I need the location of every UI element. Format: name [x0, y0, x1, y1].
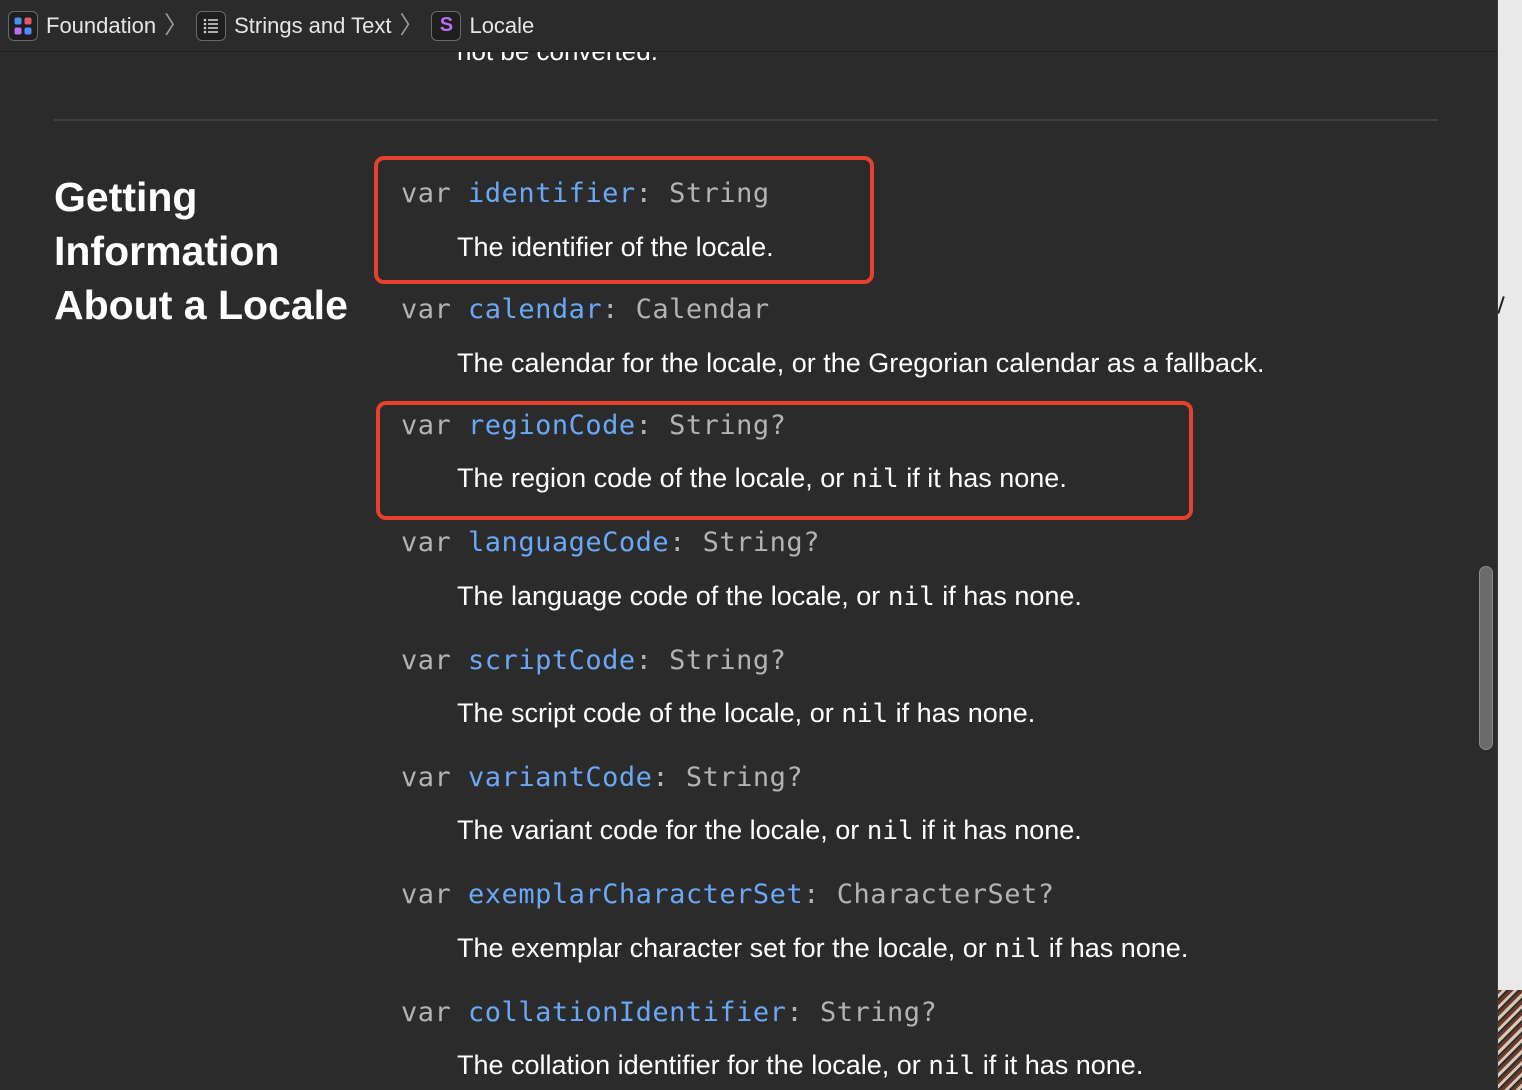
breadcrumb-item-strings-and-text[interactable]: Strings and Text — [196, 10, 391, 42]
keyword: var — [401, 762, 452, 793]
chevron-right-icon: 〉 — [164, 11, 189, 39]
colon: : — [669, 527, 686, 558]
breadcrumb-item-locale[interactable]: S Locale — [431, 10, 534, 42]
declaration-collation-identifier[interactable]: var collationIdentifier: String? — [401, 997, 937, 1028]
description-text: if has none. — [934, 581, 1082, 611]
type-name: String? — [819, 997, 938, 1028]
type-name: String? — [685, 762, 804, 793]
member-description: The exemplar character set for the local… — [457, 933, 1188, 964]
highlight-box-identifier — [374, 156, 874, 284]
declaration-calendar[interactable]: var calendar: Calendar — [401, 294, 770, 325]
background-window-edge — [1497, 0, 1522, 1090]
type-name: String — [669, 178, 770, 209]
description-text: The region code of the locale, or — [457, 463, 852, 493]
declaration-region-code[interactable]: var regionCode: String? — [401, 410, 786, 441]
type-name: CharacterSet? — [836, 879, 1055, 910]
colon: : — [652, 762, 670, 793]
struct-icon-glyph: S — [439, 14, 454, 36]
breadcrumb: Foundation 〉 Strings and Text 〉 S Locale — [0, 0, 1497, 52]
symbol-link[interactable]: scriptCode — [468, 645, 636, 676]
breadcrumb-label: Locale — [469, 12, 535, 38]
colon: : — [635, 178, 653, 209]
background-mark — [1498, 296, 1505, 314]
description-text: The variant code for the locale, or — [457, 815, 867, 845]
symbol-link[interactable]: variantCode — [468, 762, 652, 793]
colon: : — [635, 410, 653, 441]
inline-code: nil — [994, 934, 1042, 964]
declaration-exemplar-character-set[interactable]: var exemplarCharacterSet: CharacterSet? — [401, 879, 1055, 910]
description-text: if it has none. — [913, 815, 1082, 845]
inline-code: nil — [887, 582, 935, 612]
symbol-link[interactable]: collationIdentifier — [468, 997, 786, 1028]
breadcrumb-label: Foundation — [46, 12, 157, 38]
member-description: The identifier of the locale. — [457, 232, 774, 263]
description-text: The collation identifier for the locale,… — [457, 1050, 929, 1080]
symbol-link[interactable]: languageCode — [468, 527, 669, 558]
inline-code: nil — [928, 1051, 976, 1081]
breadcrumb-label: Strings and Text — [234, 12, 392, 38]
description-text: The exemplar character set for the local… — [457, 933, 995, 963]
framework-icon — [8, 10, 38, 41]
section-title: Getting Information About a Locale — [54, 174, 348, 328]
keyword: var — [401, 997, 452, 1028]
declaration-variant-code[interactable]: var variantCode: String? — [401, 762, 803, 793]
keyword: var — [401, 294, 452, 325]
vertical-scrollbar-thumb[interactable] — [1479, 566, 1493, 750]
keyword: var — [401, 879, 452, 910]
keyword: var — [401, 410, 452, 441]
documentation-content: Foundation 〉 Strings and Text 〉 S Locale… — [0, 0, 1497, 1090]
member-description: The language code of the locale, or nil … — [457, 581, 1082, 612]
symbol-link[interactable]: identifier — [468, 178, 636, 209]
type-name: Calendar — [635, 294, 770, 325]
symbol-link[interactable]: exemplarCharacterSet — [468, 879, 803, 910]
chevron-right-icon: 〉 — [399, 11, 424, 39]
symbol-link[interactable]: calendar — [468, 294, 602, 325]
inline-code: nil — [866, 816, 914, 846]
keyword: var — [401, 527, 452, 558]
symbol-link[interactable]: regionCode — [468, 410, 636, 441]
description-text: The language code of the locale, or — [457, 581, 888, 611]
declaration-language-code[interactable]: var languageCode: String? — [401, 527, 820, 558]
type-name: String? — [669, 645, 787, 676]
description-text: if has none. — [1041, 933, 1189, 963]
member-description: The region code of the locale, or nil if… — [457, 463, 1067, 494]
colon: : — [786, 997, 804, 1028]
documentation-window: Foundation 〉 Strings and Text 〉 S Locale… — [0, 0, 1522, 1090]
colon: : — [602, 294, 619, 325]
member-description: The variant code for the locale, or nil … — [457, 815, 1082, 846]
description-text: if it has none. — [975, 1050, 1144, 1080]
member-description: The collation identifier for the locale,… — [457, 1050, 1143, 1081]
keyword: var — [401, 645, 452, 676]
description-text: The calendar for the locale, or the Greg… — [457, 348, 1265, 378]
description-text: if has none. — [888, 698, 1036, 728]
type-name: String? — [702, 527, 820, 558]
declaration-identifier[interactable]: var identifier: String — [401, 178, 770, 209]
inline-code: nil — [851, 464, 899, 494]
description-text: if it has none. — [898, 463, 1067, 493]
struct-icon: S — [431, 10, 462, 41]
section-divider — [54, 119, 1438, 121]
declaration-script-code[interactable]: var scriptCode: String? — [401, 645, 786, 676]
inline-code: nil — [841, 699, 889, 729]
type-name: String? — [669, 410, 787, 441]
keyword: var — [401, 178, 452, 209]
breadcrumb-item-foundation[interactable]: Foundation — [8, 10, 156, 42]
colon: : — [803, 879, 820, 910]
description-text: The script code of the locale, or — [457, 698, 842, 728]
background-artwork — [1498, 990, 1522, 1090]
colon: : — [635, 645, 653, 676]
member-description: The script code of the locale, or nil if… — [457, 698, 1035, 729]
member-description: The calendar for the locale, or the Greg… — [457, 348, 1264, 379]
description-text: The identifier of the locale. — [457, 232, 774, 262]
list-icon — [196, 10, 227, 41]
